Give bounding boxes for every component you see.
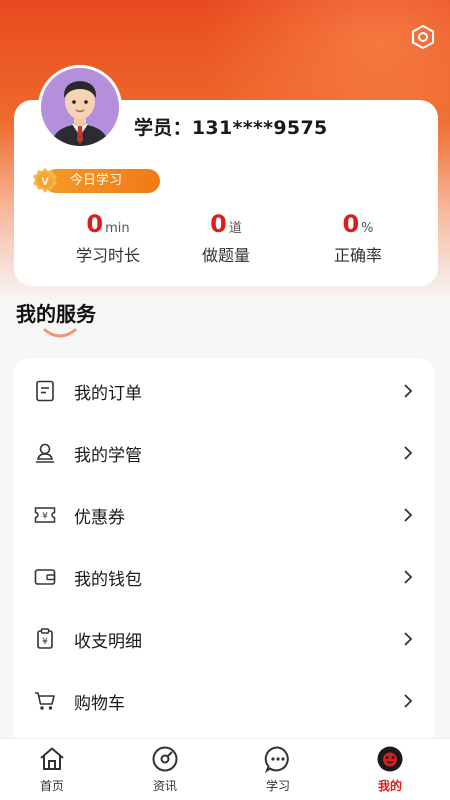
- chevron-right-icon: [404, 384, 413, 398]
- study-icon: [264, 746, 289, 773]
- service-item-label: 我的订单: [74, 383, 142, 404]
- tab-mine[interactable]: 我的: [350, 745, 430, 794]
- chevron-right-icon: [404, 694, 413, 708]
- tab-label: 学习: [265, 779, 290, 793]
- service-item-label: 购物车: [74, 693, 125, 714]
- stat-unit: 道: [228, 221, 242, 236]
- svg-text:¥: ¥: [42, 512, 48, 522]
- services-card: 我的订单 我的学管 ¥ 优惠券 我的钱包 ¥ 收支明细 购物车: [14, 358, 434, 748]
- service-item-wallet[interactable]: 我的钱包: [14, 546, 434, 608]
- cart-icon: [34, 690, 56, 712]
- today-study-label: 今日学习: [44, 169, 160, 193]
- stat-study-time: 0 min 学习时长: [48, 210, 168, 266]
- chevron-right-icon: [404, 508, 413, 522]
- chevron-right-icon: [404, 632, 413, 646]
- news-icon: [152, 746, 178, 772]
- title-underline: [43, 328, 77, 338]
- stat-label: 做题量: [201, 246, 250, 265]
- coupon-icon: ¥: [34, 504, 56, 526]
- stat-label: 正确率: [333, 246, 382, 265]
- service-item-label: 我的钱包: [74, 569, 142, 590]
- service-item-advisor[interactable]: 我的学管: [14, 422, 434, 484]
- svg-text:V: V: [41, 176, 49, 188]
- tab-label: 首页: [39, 779, 64, 793]
- tab-home[interactable]: 首页: [12, 745, 92, 794]
- service-item-cart[interactable]: 购物车: [14, 670, 434, 732]
- bottom-tab-bar: 首页 资讯 学习 我的: [0, 738, 450, 800]
- chevron-right-icon: [404, 446, 413, 460]
- svg-text:¥: ¥: [42, 637, 48, 647]
- tab-label: 资讯: [152, 779, 177, 793]
- service-item-label: 收支明细: [74, 631, 142, 652]
- service-item-orders[interactable]: 我的订单: [14, 360, 434, 422]
- service-item-label: 优惠券: [74, 507, 125, 528]
- medal-icon: V: [33, 168, 57, 193]
- stat-accuracy: 0% 正确率: [298, 210, 418, 266]
- student-id: 学员：131****9575: [134, 117, 328, 139]
- tab-news[interactable]: 资讯: [125, 745, 205, 794]
- order-icon: [34, 380, 56, 402]
- advisor-icon: [34, 442, 56, 464]
- stat-unit: min: [105, 221, 130, 236]
- stat-value: 0: [342, 210, 360, 238]
- avatar[interactable]: [38, 65, 122, 149]
- tab-label: 我的: [377, 779, 402, 793]
- mine-icon: [377, 746, 403, 772]
- wallet-icon: [34, 566, 56, 588]
- stat-unit: %: [361, 221, 374, 236]
- tab-study[interactable]: 学习: [238, 745, 318, 794]
- services-title: 我的服务: [16, 302, 96, 326]
- service-item-coupon[interactable]: ¥ 优惠券: [14, 484, 434, 546]
- chevron-right-icon: [404, 570, 413, 584]
- stat-label: 学习时长: [75, 246, 140, 265]
- settings-button[interactable]: [410, 24, 436, 50]
- hexagon-settings-icon: [412, 24, 434, 50]
- stat-value: 0: [86, 210, 104, 238]
- service-item-bill-detail[interactable]: ¥ 收支明细: [14, 608, 434, 670]
- stats-row: 0 min 学习时长 0道 做题量 0% 正确率: [14, 210, 438, 270]
- stat-question-count: 0道 做题量: [166, 210, 286, 266]
- home-icon: [40, 747, 64, 770]
- stat-value: 0: [210, 210, 227, 238]
- bill-detail-icon: ¥: [34, 628, 56, 650]
- service-item-label: 我的学管: [74, 445, 142, 466]
